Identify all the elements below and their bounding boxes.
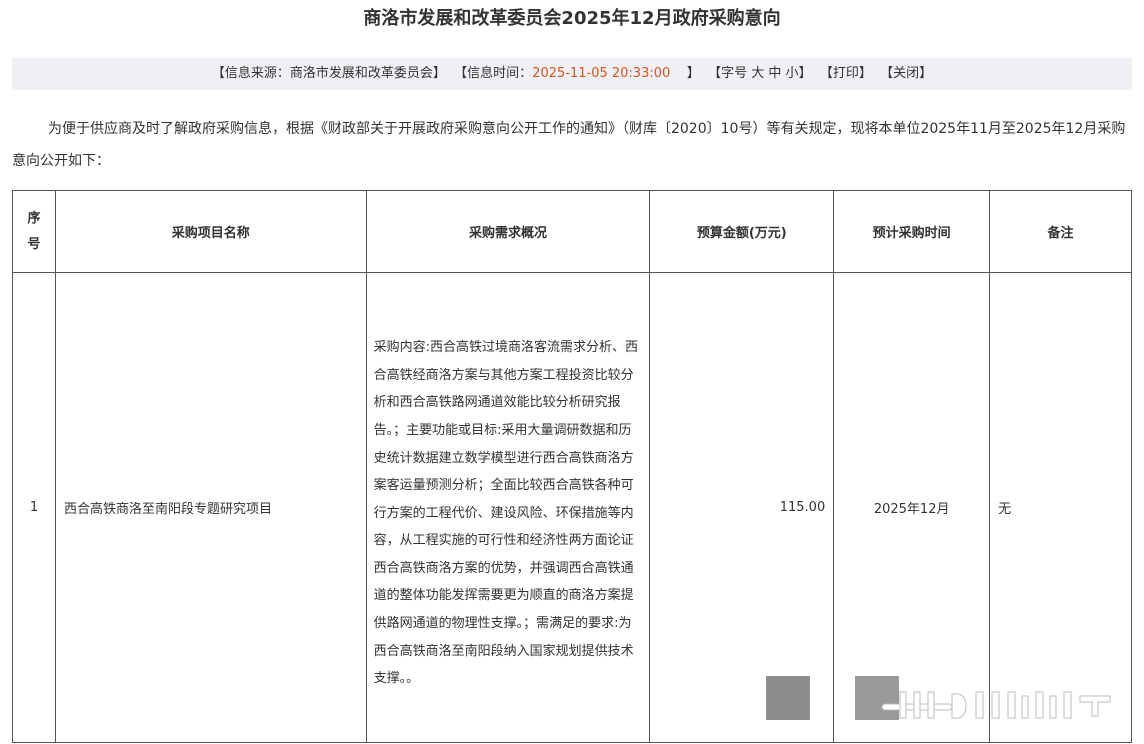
cell-note: 无 [989, 272, 1132, 743]
header-seq: 序号 [12, 190, 56, 273]
info-source-label: 【信息来源：商洛市发展和改革委员会】 [211, 66, 446, 81]
procurement-table: 序号 采购项目名称 采购需求概况 预算金额(万元) 预计采购时间 备注 1 西合… [12, 190, 1132, 743]
info-time-label: 【信息时间：2025-11-05 20:33:00 】 [454, 66, 700, 81]
info-bar: 【信息来源：商洛市发展和改革委员会】 【信息时间：2025-11-05 20:3… [12, 58, 1132, 90]
print-link[interactable]: 【打印】 [820, 66, 872, 81]
cell-budget: 115.00 [649, 272, 835, 743]
page: 商洛市发展和改革委员会2025年12月政府采购意向 【信息来源：商洛市发展和改革… [0, 0, 1144, 744]
close-link[interactable]: 【关闭】 [880, 66, 932, 81]
font-size-control: 【字号 大 中 小】 [708, 66, 812, 81]
intro-paragraph: 为便于供应商及时了解政府采购信息，根据《财政部关于开展政府采购意向公开工作的通知… [12, 121, 1126, 169]
overlay-thumbnail [766, 676, 810, 720]
info-source-value: 商洛市发展和改革委员会 [289, 66, 433, 81]
watermark-logo [881, 691, 1111, 719]
cell-requirement-summary: 采购内容:西合高铁过境商洛客流需求分析、西合高铁经商洛方案与其他方案工程投资比较… [365, 272, 651, 743]
table-header-row: 序号 采购项目名称 采购需求概况 预算金额(万元) 预计采购时间 备注 [12, 190, 1132, 273]
info-time-value: 2025-11-05 20:33:00 [532, 66, 671, 81]
header-project-name: 采购项目名称 [54, 190, 367, 273]
header-note: 备注 [989, 190, 1132, 273]
header-expected-time: 预计采购时间 [833, 190, 991, 273]
font-size-medium-link[interactable]: 中 [768, 66, 781, 81]
cell-project-name: 西合高铁商洛至南阳段专题研究项目 [54, 272, 367, 743]
table-row: 1 西合高铁商洛至南阳段专题研究项目 采购内容:西合高铁过境商洛客流需求分析、西… [12, 272, 1132, 743]
cell-expected-time: 2025年12月 [833, 272, 991, 743]
page-title: 商洛市发展和改革委员会2025年12月政府采购意向 [363, 8, 781, 29]
header-budget: 预算金额(万元) [649, 190, 835, 273]
header-requirement-summary: 采购需求概况 [365, 190, 651, 273]
font-size-small-link[interactable]: 小 [786, 66, 799, 81]
font-size-large-link[interactable]: 大 [751, 66, 764, 81]
cell-seq: 1 [12, 272, 56, 743]
